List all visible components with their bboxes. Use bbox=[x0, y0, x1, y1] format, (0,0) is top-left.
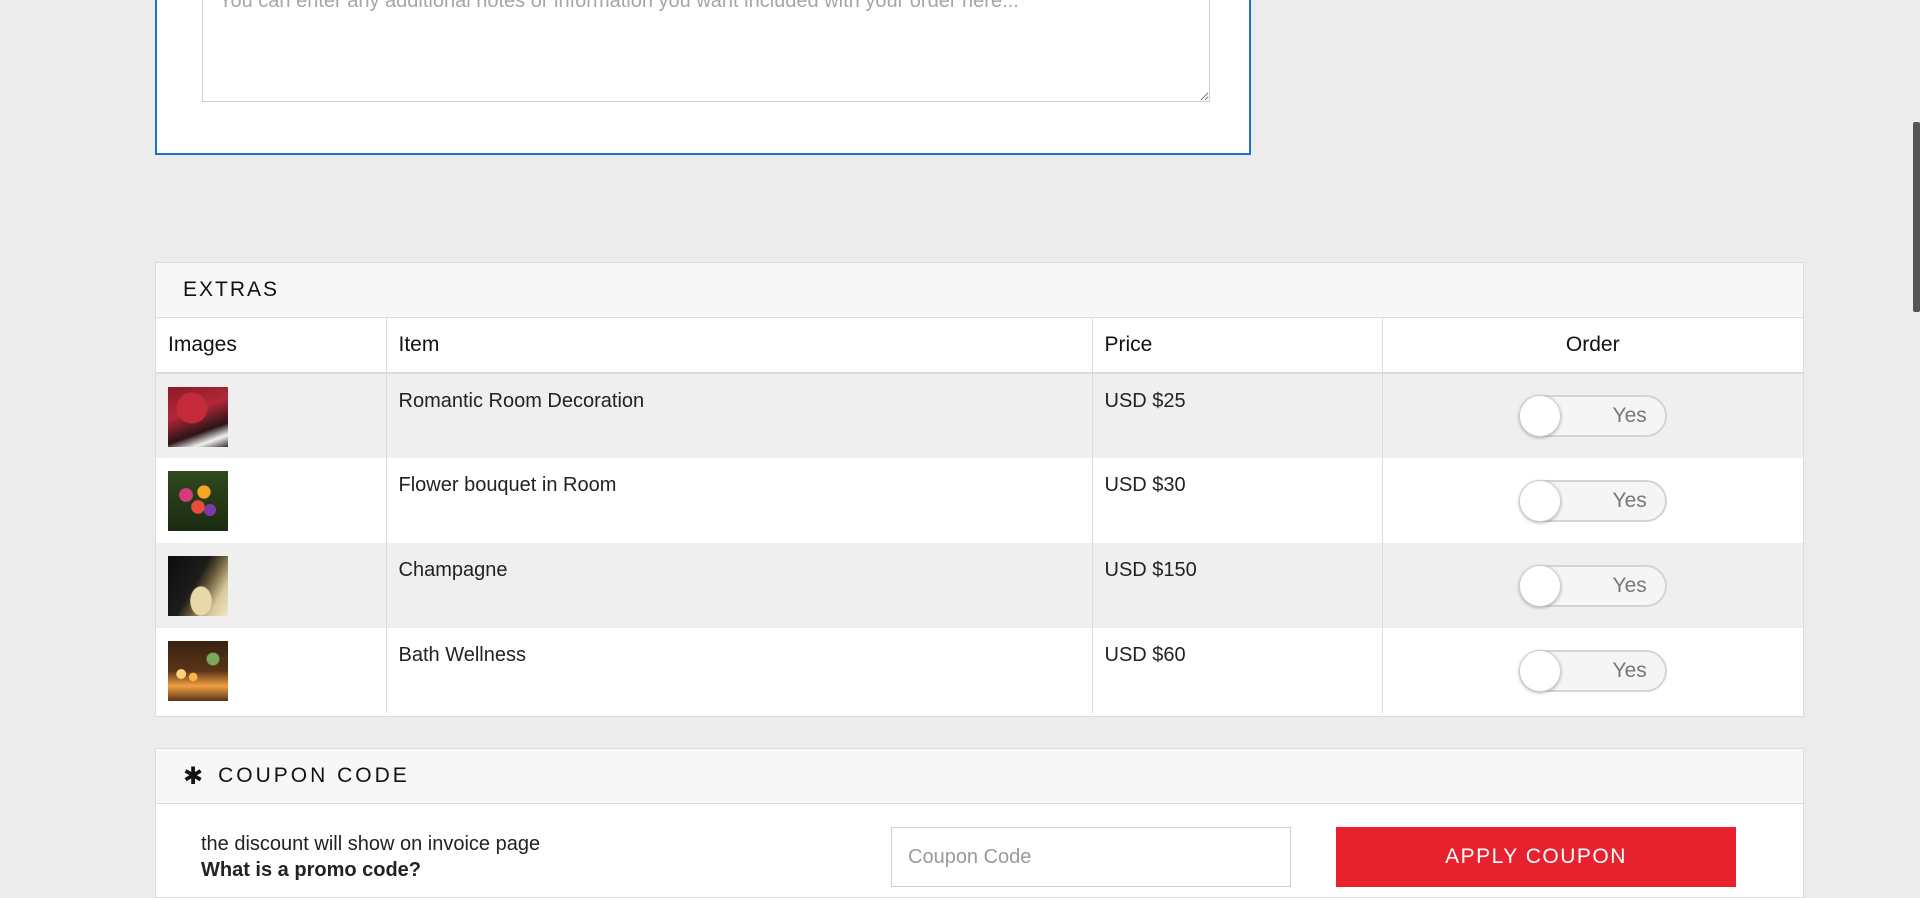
toggle-label: Yes bbox=[1612, 573, 1647, 597]
order-toggle[interactable]: Yes bbox=[1518, 479, 1667, 522]
extras-table: Images Item Price Order Romantic Room De… bbox=[156, 318, 1803, 713]
item-price: USD $150 bbox=[1092, 543, 1383, 628]
item-price: USD $25 bbox=[1092, 373, 1383, 458]
flower-bouquet-image bbox=[168, 471, 228, 531]
coupon-heading-label: COUPON CODE bbox=[218, 764, 410, 787]
toggle-knob bbox=[1518, 649, 1561, 692]
item-name: Bath Wellness bbox=[386, 628, 1093, 713]
toggle-knob bbox=[1518, 395, 1561, 437]
order-toggle[interactable]: Yes bbox=[1518, 649, 1667, 692]
toggle-label: Yes bbox=[1612, 404, 1647, 427]
notes-textarea[interactable] bbox=[202, 0, 1210, 102]
scrollbar-track[interactable] bbox=[1913, 0, 1920, 870]
order-toggle[interactable]: Yes bbox=[1518, 564, 1667, 607]
apply-coupon-button[interactable]: APPLY COUPON bbox=[1336, 827, 1736, 887]
extras-heading: EXTRAS bbox=[156, 263, 1803, 318]
coupon-info: the discount will show on invoice page W… bbox=[201, 831, 540, 883]
notes-panel bbox=[155, 0, 1251, 155]
champagne-image bbox=[168, 556, 228, 616]
promo-code-question[interactable]: What is a promo code? bbox=[201, 857, 540, 883]
column-header-item: Item bbox=[386, 318, 1093, 374]
column-header-order: Order bbox=[1382, 318, 1803, 374]
extras-header-row: Images Item Price Order bbox=[156, 318, 1803, 374]
item-name: Romantic Room Decoration bbox=[386, 373, 1093, 458]
table-row: Flower bouquet in Room USD $30 Yes bbox=[156, 458, 1803, 543]
order-toggle[interactable]: Yes bbox=[1518, 395, 1667, 437]
table-row: Bath Wellness USD $60 Yes bbox=[156, 628, 1803, 713]
asterisk-icon: ✱ bbox=[183, 762, 207, 790]
coupon-code-input[interactable] bbox=[891, 827, 1291, 887]
column-header-images: Images bbox=[156, 318, 387, 374]
table-row: Champagne USD $150 Yes bbox=[156, 543, 1803, 628]
toggle-label: Yes bbox=[1612, 488, 1647, 512]
toggle-knob bbox=[1518, 564, 1561, 607]
item-name: Flower bouquet in Room bbox=[386, 458, 1093, 543]
coupon-heading: ✱ COUPON CODE bbox=[156, 749, 1803, 804]
romantic-room-image bbox=[168, 387, 228, 447]
scrollbar-thumb[interactable] bbox=[1913, 122, 1920, 312]
table-row: Romantic Room Decoration USD $25 Yes bbox=[156, 373, 1803, 458]
toggle-label: Yes bbox=[1612, 658, 1647, 682]
toggle-knob bbox=[1518, 479, 1561, 522]
coupon-note: the discount will show on invoice page bbox=[201, 833, 541, 855]
item-price: USD $60 bbox=[1092, 628, 1383, 713]
item-name: Champagne bbox=[386, 543, 1093, 628]
coupon-panel: ✱ COUPON CODE the discount will show on … bbox=[155, 748, 1804, 898]
item-price: USD $30 bbox=[1092, 458, 1383, 543]
column-header-price: Price bbox=[1092, 318, 1383, 374]
bath-wellness-image bbox=[168, 641, 228, 701]
extras-panel: EXTRAS Images Item Price Order Romantic … bbox=[155, 262, 1804, 717]
